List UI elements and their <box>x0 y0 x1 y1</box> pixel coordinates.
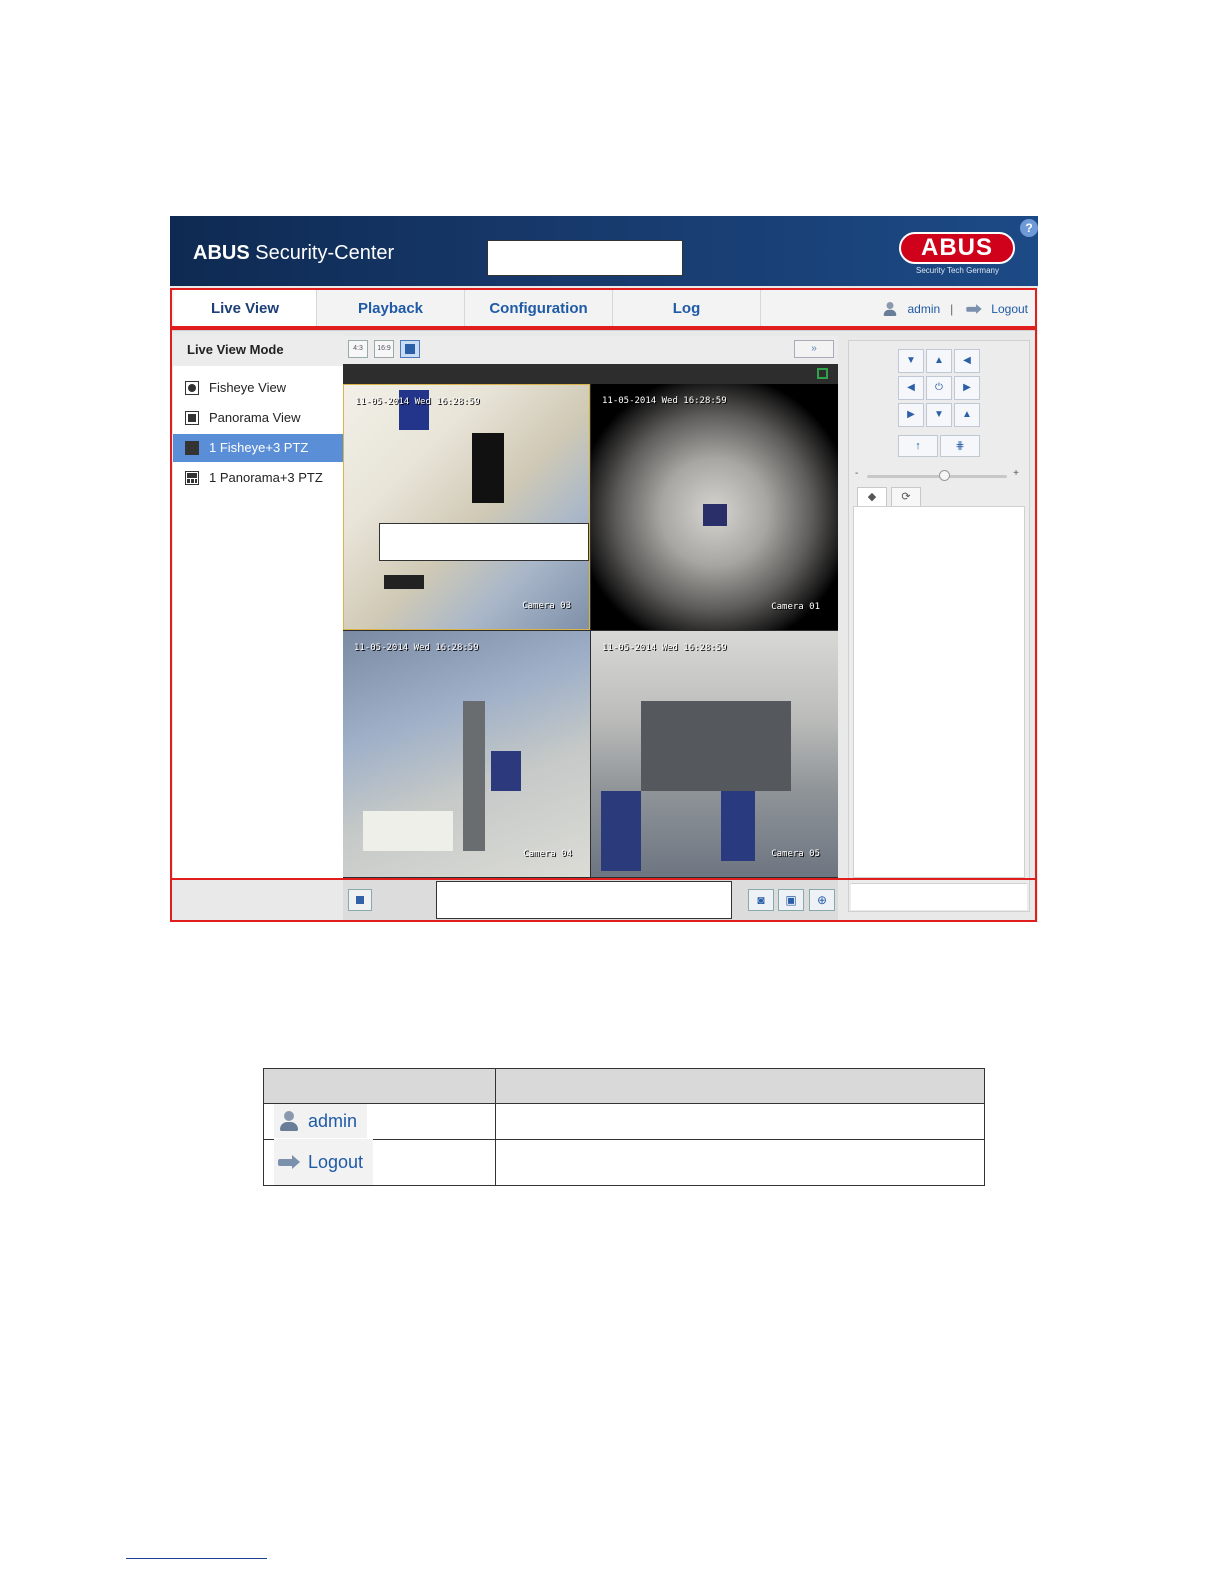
table-header <box>263 1068 985 1104</box>
annotation-main-box <box>170 328 1037 880</box>
column-divider <box>495 1140 496 1185</box>
legend-table: admin Logout <box>263 1068 985 1186</box>
admin-icon-cell: admin <box>274 1104 368 1138</box>
app-screenshot: ABUS Security-Center ABUS Security Tech … <box>170 216 1038 922</box>
annotation-bottom-box <box>170 878 1037 922</box>
column-divider <box>495 1069 496 1103</box>
help-icon[interactable]: ? <box>1020 219 1038 237</box>
app-header: ABUS Security-Center ABUS Security Tech … <box>170 216 1038 286</box>
logo-tagline: Security Tech Germany <box>916 266 999 275</box>
user-icon <box>278 1110 300 1132</box>
column-divider <box>495 1104 496 1139</box>
header-callout-box <box>487 240 683 276</box>
logout-icon-cell: Logout <box>274 1139 374 1185</box>
table-row: Logout <box>263 1139 985 1186</box>
logout-label: Logout <box>308 1151 364 1172</box>
logout-icon <box>278 1155 300 1169</box>
footnote-rule <box>126 1558 267 1559</box>
admin-label: admin <box>308 1110 358 1131</box>
abus-logo: ABUS <box>899 232 1015 264</box>
annotation-nav-box <box>170 288 1037 328</box>
brand-title: ABUS Security-Center <box>193 242 395 264</box>
table-row: admin <box>263 1104 985 1140</box>
